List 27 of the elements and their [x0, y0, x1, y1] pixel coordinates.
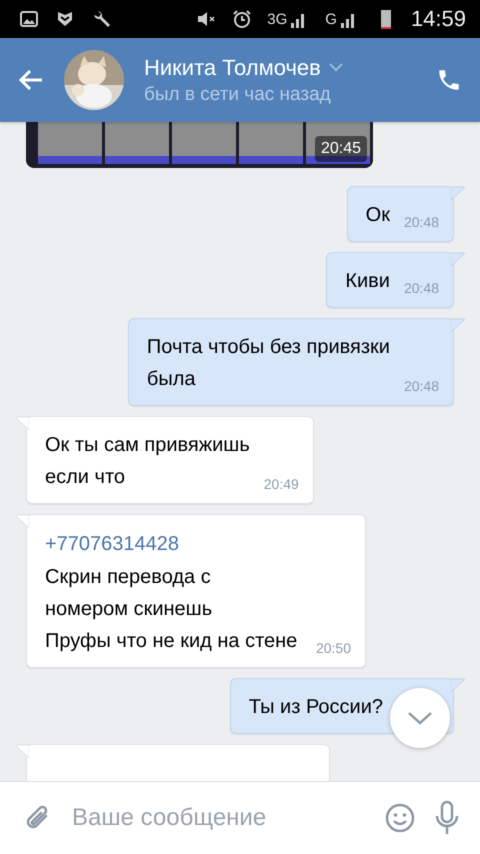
message-text: Ты из России?: [248, 695, 383, 720]
chevron-down-icon[interactable]: [328, 63, 343, 72]
input-bar[interactable]: Ваше сообщение: [0, 781, 480, 854]
message-text: Ок: [366, 203, 390, 228]
message-text: Скрин перевода с номером скинешь Пруфы что не кид на стене: [45, 565, 298, 654]
message-time: 20:48: [402, 279, 439, 297]
message-time: 20:49: [262, 475, 299, 493]
message-time: 20:50: [314, 639, 351, 657]
message-text: Киви: [345, 269, 390, 294]
phone-link[interactable]: +77076314428: [45, 527, 351, 561]
last-seen-status: был в сети час назад: [144, 84, 332, 106]
network-type: G: [325, 10, 337, 28]
message-time: 20:48: [402, 213, 439, 231]
network-type: 3G: [267, 10, 288, 28]
back-icon[interactable]: [18, 69, 44, 91]
chevron-down-icon: [407, 711, 433, 725]
clock: 14:59: [410, 6, 466, 32]
smiley-icon[interactable]: [384, 802, 416, 834]
microphone-icon[interactable]: [434, 800, 460, 836]
message-text: Почта чтобы без привязки была: [146, 335, 390, 392]
contact-name[interactable]: Никита Толмочев: [144, 54, 321, 80]
alarm-icon: [231, 8, 254, 30]
message-input[interactable]: Ваше сообщение: [70, 803, 366, 833]
message-text: Ок ты сам привяжишь если что: [45, 433, 250, 490]
photo-time: 20:45: [314, 136, 367, 162]
image-icon: [18, 8, 40, 30]
message-time: 20:48: [402, 377, 439, 395]
